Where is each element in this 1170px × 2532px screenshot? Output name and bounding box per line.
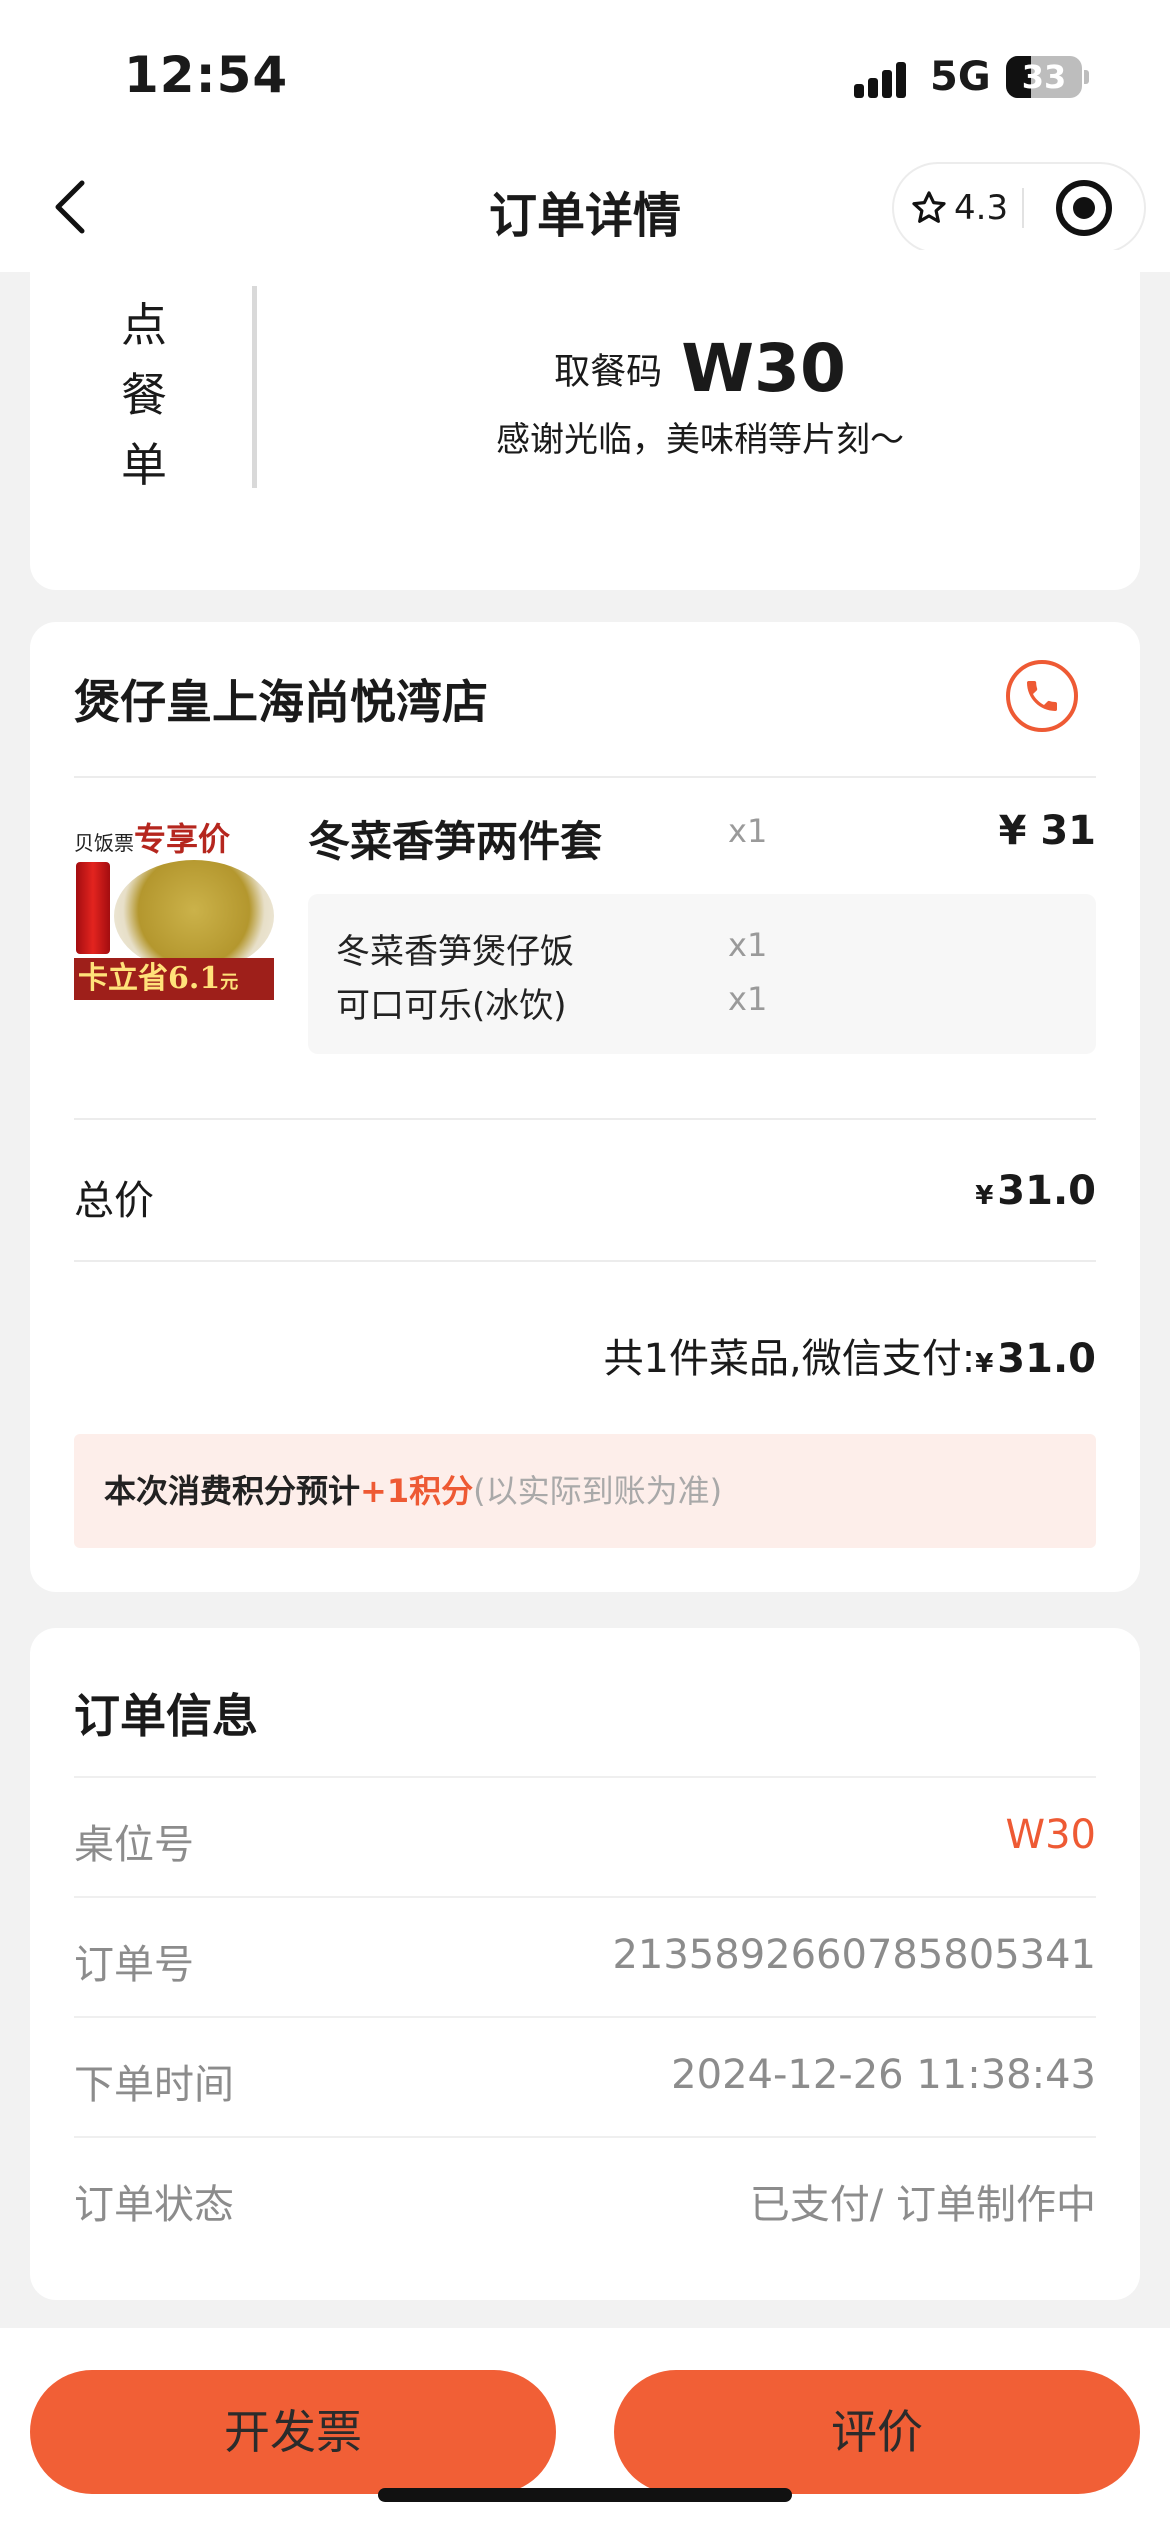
info-row-order-status: 订单状态 已支付/ 订单制作中	[74, 2136, 1096, 2256]
info-row-order-number: 订单号 2135892660785805341	[74, 1896, 1096, 2016]
order-slip-char: 餐	[121, 368, 167, 422]
battery-tip	[1084, 70, 1089, 84]
points-banner: 本次消费积分预计+1积分(以实际到账为准)	[74, 1434, 1096, 1548]
item-qty: x1	[728, 812, 768, 850]
order-info-card: 订单信息 桌位号 W30 订单号 2135892660785805341 下单时…	[30, 1628, 1140, 2300]
order-number[interactable]: 2135892660785805341	[612, 1932, 1096, 1978]
item-image-header: 贝饭票专享价	[74, 814, 274, 858]
battery-icon: 33	[1006, 56, 1082, 98]
info-label: 订单状态	[74, 2182, 234, 2228]
item-image-promo: 专享价	[134, 820, 231, 858]
info-label: 桌位号	[74, 1822, 194, 1868]
component-name: 冬菜香笋煲仔饭	[336, 932, 574, 972]
info-label: 下单时间	[74, 2062, 234, 2108]
item-name: 冬菜香笋两件套	[308, 817, 603, 866]
cola-can-graphic	[76, 862, 110, 954]
order-slip-char: 单	[121, 438, 167, 492]
currency-symbol: ¥	[975, 1181, 994, 1211]
component-name: 可口可乐(冰饮)	[336, 986, 567, 1026]
item-image-tag: 贝饭票	[74, 831, 134, 855]
top-bar: 12:54 5G 33 订单详情 4.3	[0, 0, 1170, 272]
order-time: 2024-12-26 11:38:43	[671, 2052, 1096, 2098]
home-indicator[interactable]	[378, 2488, 792, 2502]
cellular-signal-icon	[854, 58, 916, 98]
pickup-divider	[252, 286, 257, 488]
total-label: 总价	[74, 1178, 154, 1224]
pickup-code: W30	[681, 330, 846, 407]
rating-button[interactable]: 4.3	[910, 164, 1028, 252]
table-number: W30	[1005, 1812, 1096, 1858]
record-icon[interactable]	[1056, 180, 1112, 236]
network-label: 5G	[930, 54, 991, 100]
item-image: 贝饭票专享价 卡立省6.1元	[74, 810, 274, 1000]
item-price: ¥ 31	[998, 808, 1096, 854]
pickup-card: 点 餐 单 取餐码 W30 感谢光临，美味稍等片刻～	[30, 250, 1140, 590]
capsule-divider	[1022, 188, 1024, 228]
info-row-order-time: 下单时间 2024-12-26 11:38:43	[74, 2016, 1096, 2136]
rice-bowl-graphic	[114, 860, 274, 972]
order-card: 煲仔皇上海尚悦湾店 贝饭票专享价 卡立省6.1元 冬菜香笋两件套 x1 ¥ 31…	[30, 622, 1140, 1592]
invoice-button[interactable]: 开发票	[30, 2370, 556, 2494]
status-time: 12:54	[124, 46, 289, 104]
mini-program-capsule: 4.3	[892, 162, 1146, 254]
points-note: (以实际到账为准)	[473, 1472, 723, 1510]
item-image-banner: 卡立省6.1元	[74, 958, 274, 1000]
pickup-thanks: 感谢光临，美味稍等片刻～	[496, 420, 904, 460]
divider	[74, 1118, 1096, 1120]
payment-summary: 共1件菜品,微信支付:¥ 31.0	[604, 1326, 1096, 1384]
review-button[interactable]: 评价	[614, 2370, 1140, 2494]
divider	[74, 776, 1096, 778]
store-name: 煲仔皇上海尚悦湾店	[74, 675, 488, 729]
combo-components: 冬菜香笋煲仔饭 x1 可口可乐(冰饮) x1	[308, 894, 1096, 1054]
order-info-title: 订单信息	[74, 1689, 258, 1743]
order-slip-char: 点	[121, 298, 167, 352]
order-slip-label: 点 餐 单	[116, 290, 172, 500]
order-status: 已支付/ 订单制作中	[749, 2182, 1096, 2228]
paid-amount: 31.0	[997, 1336, 1096, 1382]
battery-label: 33	[1021, 58, 1067, 96]
star-outline-icon	[912, 191, 946, 223]
divider	[74, 1260, 1096, 1262]
component-qty: x1	[728, 926, 768, 964]
total-amount: 31.0	[997, 1168, 1096, 1214]
pickup-code-row: 取餐码 W30	[260, 330, 1140, 407]
item-image-banner-unit: 元	[220, 972, 239, 993]
rating-value: 4.3	[954, 188, 1009, 228]
info-label: 订单号	[74, 1942, 194, 1988]
info-row-table: 桌位号 W30	[74, 1776, 1096, 1896]
payment-summary-label: 共1件菜品,微信支付:	[603, 1336, 976, 1382]
component-qty: x1	[728, 980, 768, 1018]
currency-symbol: ¥	[975, 1349, 994, 1379]
points-label: 本次消费积分预计	[104, 1472, 361, 1510]
call-store-button[interactable]	[1006, 660, 1078, 732]
total-value: ¥31.0	[975, 1168, 1096, 1214]
points-value: +1积分	[360, 1472, 474, 1510]
pickup-code-label: 取餐码	[554, 351, 663, 393]
phone-icon	[1027, 681, 1057, 711]
item-image-banner-text: 卡立省6.1	[78, 961, 221, 996]
